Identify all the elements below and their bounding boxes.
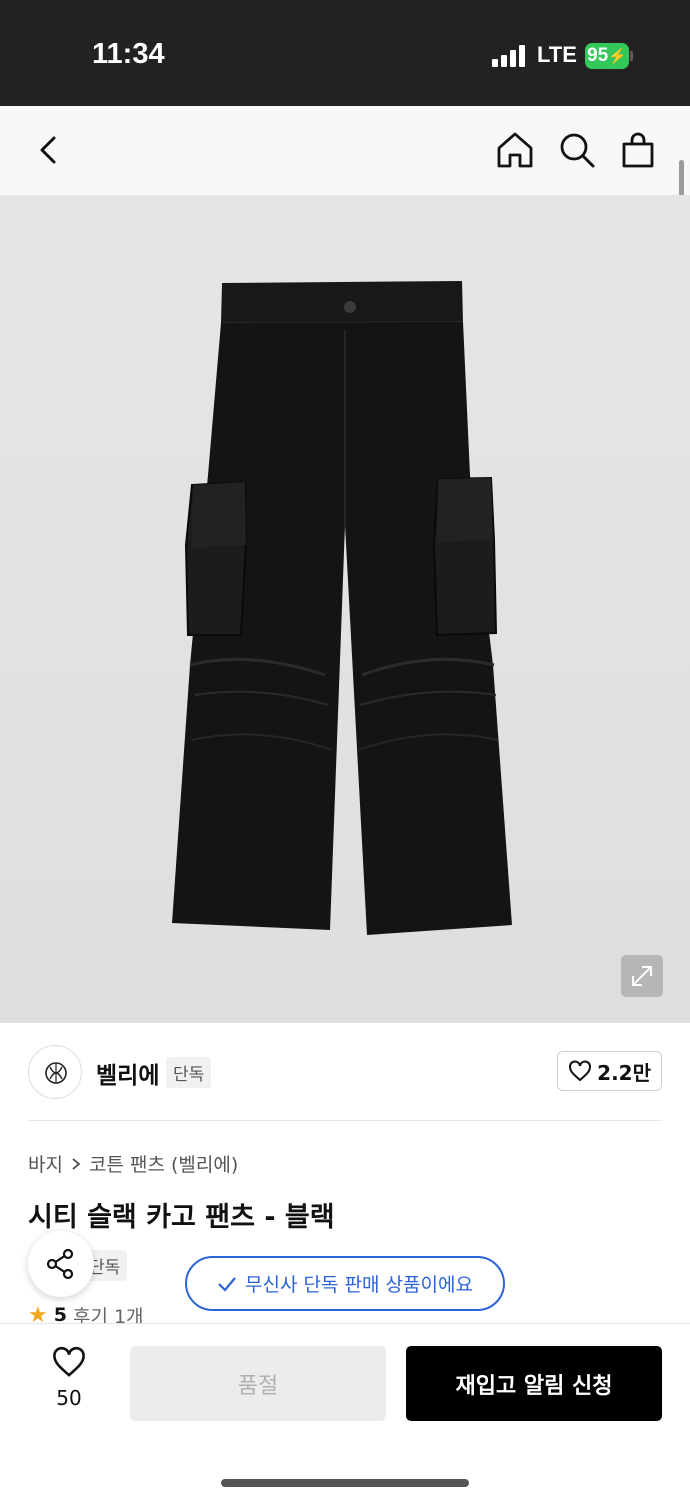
exclusive-badge: 단독 bbox=[166, 1057, 212, 1088]
share-button[interactable] bbox=[28, 1231, 94, 1297]
home-indicator[interactable] bbox=[221, 1479, 469, 1487]
battery-tip bbox=[630, 51, 633, 61]
home-icon[interactable] bbox=[493, 128, 537, 172]
exclusive-toast: 무신사 단독 판매 상품이에요 bbox=[185, 1256, 505, 1311]
share-icon bbox=[46, 1248, 74, 1280]
brand-logo-icon bbox=[45, 1062, 67, 1084]
brand-like-button[interactable]: 2.2만 bbox=[557, 1051, 662, 1091]
product-image[interactable] bbox=[0, 195, 690, 1023]
breadcrumb-category[interactable]: 바지 bbox=[28, 1150, 63, 1177]
battery-level: 95 bbox=[587, 45, 609, 66]
back-icon[interactable] bbox=[26, 128, 70, 172]
brand-logo[interactable] bbox=[28, 1045, 82, 1099]
breadcrumb-subcategory[interactable]: 코튼 팬츠 (벨리에) bbox=[89, 1150, 238, 1177]
check-icon bbox=[218, 1276, 236, 1292]
wishlist-count: 50 bbox=[56, 1386, 82, 1410]
brand-like-count: 2.2만 bbox=[597, 1060, 651, 1085]
network-label: LTE bbox=[537, 42, 577, 67]
product-title: 시티 슬랙 카고 팬츠 - 블랙 bbox=[28, 1202, 335, 1233]
battery-icon: 95⚡ bbox=[585, 43, 629, 69]
brand-row: 벨리에 단독 2.2만 bbox=[28, 1043, 662, 1099]
top-nav bbox=[0, 106, 690, 195]
soldout-button[interactable]: 품절 bbox=[130, 1346, 386, 1421]
chevron-right-icon bbox=[72, 1157, 81, 1170]
signal-icon bbox=[492, 45, 526, 67]
toast-text: 무신사 단독 판매 상품이에요 bbox=[245, 1274, 473, 1296]
status-bar: 11:34 LTE 95⚡ bbox=[0, 0, 690, 106]
expand-image-button[interactable] bbox=[621, 955, 663, 997]
restock-alert-button[interactable]: 재입고 알림 신청 bbox=[406, 1346, 662, 1421]
breadcrumb: 바지 코튼 팬츠 (벨리에) bbox=[28, 1150, 238, 1177]
divider bbox=[28, 1120, 662, 1121]
heart-icon bbox=[569, 1060, 592, 1082]
status-time: 11:34 bbox=[92, 38, 165, 70]
product-photo-pants bbox=[172, 281, 512, 935]
shopping-bag-icon[interactable] bbox=[616, 128, 660, 172]
bottom-action-bar: 50 품절 재입고 알림 신청 bbox=[0, 1323, 690, 1500]
search-icon[interactable] bbox=[555, 128, 599, 172]
wishlist-button[interactable]: 50 bbox=[38, 1346, 100, 1416]
expand-icon bbox=[632, 966, 652, 986]
heart-icon bbox=[53, 1346, 85, 1377]
brand-name[interactable]: 벨리에 bbox=[96, 1056, 159, 1090]
